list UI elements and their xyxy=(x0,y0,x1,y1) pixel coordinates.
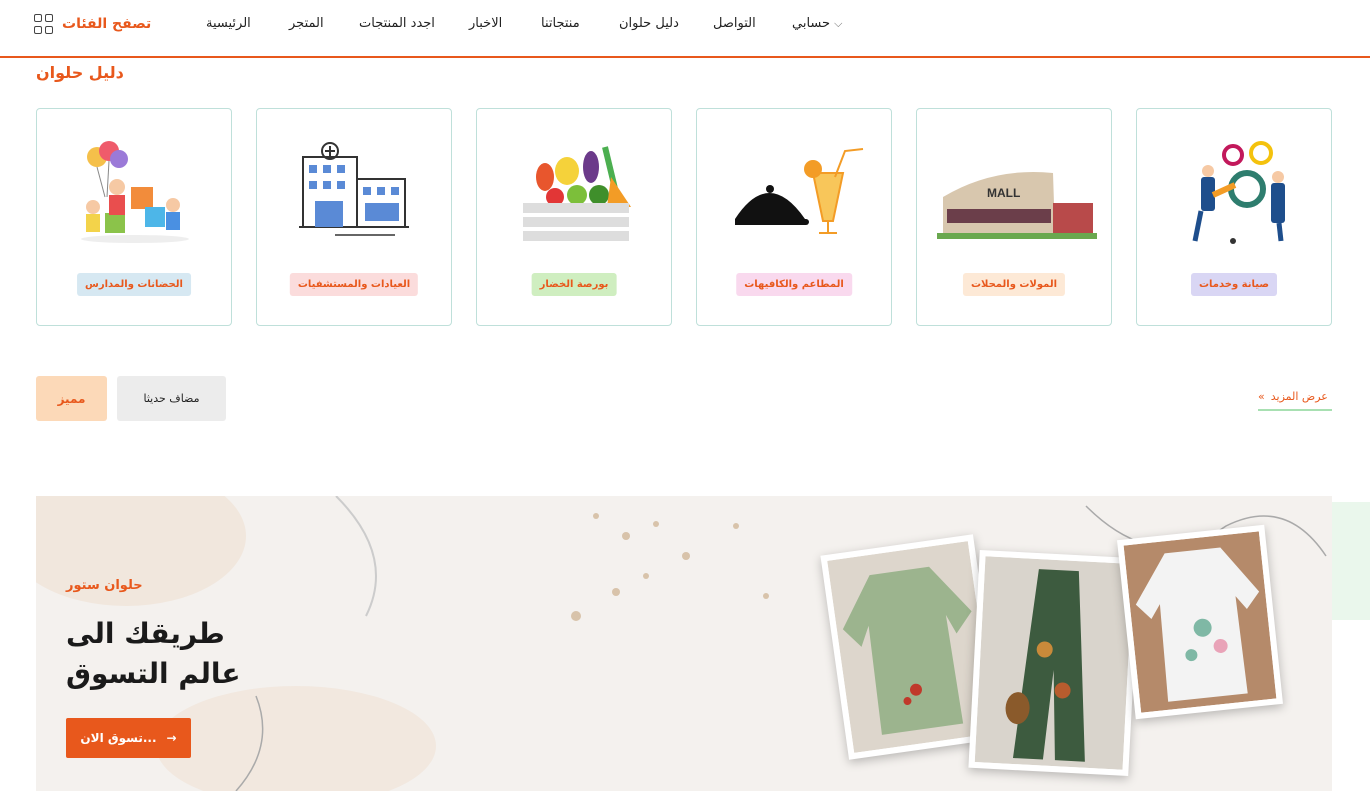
category-card-malls-shops[interactable]: MALL المولات والمحلات xyxy=(916,108,1112,326)
shop-now-button[interactable]: تسوق الان... → xyxy=(66,718,191,758)
promo-banner: حلوان ستور طريقك الى عالم التسوق تسوق ال… xyxy=(36,496,1332,791)
product-photo-white-floral-blouse[interactable] xyxy=(1116,524,1284,720)
restaurant-cloche-icon xyxy=(735,148,864,234)
banner-store-name: حلوان ستور xyxy=(66,578,143,593)
banner-headline-line2: عالم التسوق xyxy=(66,657,241,690)
banner-headline: طريقك الى عالم التسوق xyxy=(66,614,306,694)
mall-building-icon: MALL xyxy=(937,172,1097,239)
category-label: المولات والمحلات xyxy=(962,273,1066,296)
svg-text:MALL: MALL xyxy=(987,186,1020,200)
category-label: العيادات والمستشفيات xyxy=(289,273,419,296)
category-label: الحضانات والمدارس xyxy=(77,273,191,296)
kids-balloons-icon xyxy=(81,141,189,243)
category-label: بورصة الخضار xyxy=(531,273,617,296)
hospital-icon xyxy=(299,142,409,236)
browse-categories-label: تصفح الفئات xyxy=(62,16,152,32)
shop-now-label: تسوق الان... xyxy=(80,731,157,745)
category-label: صيانة وخدمات xyxy=(1191,273,1277,296)
nav-newest-products[interactable]: اجدد المنتجات xyxy=(359,16,435,31)
grid-icon xyxy=(34,14,54,34)
category-card-nurseries-schools[interactable]: الحضانات والمدارس xyxy=(36,108,232,326)
show-more-link[interactable]: « عرض المزيد xyxy=(1258,390,1332,411)
section-title: دليل حلوان xyxy=(36,63,124,82)
arrow-right-icon: → xyxy=(166,731,177,745)
chevron-down-icon: ⌵ xyxy=(834,17,843,30)
top-header: تصفح الفئات الرئيسية المتجر اجدد المنتجا… xyxy=(0,0,1370,58)
category-card-maintenance-services[interactable]: صيانة وخدمات xyxy=(1136,108,1332,326)
side-panel-edge xyxy=(1332,502,1370,620)
nav-news[interactable]: الاخبار xyxy=(469,16,502,31)
nav-contact[interactable]: التواصل xyxy=(713,16,756,31)
vegetable-crate-icon xyxy=(523,146,631,241)
patterned-jumpsuit-image xyxy=(974,556,1134,770)
category-label: المطاعم والكافيهات xyxy=(736,273,852,296)
category-card-vegetable-market[interactable]: بورصة الخضار xyxy=(476,108,672,326)
white-floral-blouse-image xyxy=(1123,531,1277,713)
show-more-label: عرض المزيد xyxy=(1270,390,1328,403)
featured-filter-button[interactable]: مميز xyxy=(36,376,107,421)
double-chevron-left-icon: « xyxy=(1258,390,1265,403)
product-photo-patterned-jumpsuit[interactable] xyxy=(968,549,1140,777)
recently-added-filter-button[interactable]: مضاف حديثا xyxy=(117,376,226,421)
nav-store[interactable]: المتجر xyxy=(289,16,324,31)
nav-account-dropdown[interactable]: حسابي ⌵ xyxy=(792,16,842,31)
category-card-clinics-hospitals[interactable]: العيادات والمستشفيات xyxy=(256,108,452,326)
browse-categories-button[interactable]: تصفح الفئات xyxy=(34,14,151,34)
nav-our-products[interactable]: منتجاتنا xyxy=(541,16,580,31)
banner-headline-line1: طريقك الى xyxy=(66,617,225,650)
nav-account-label: حسابي xyxy=(792,16,831,31)
green-blouse-image xyxy=(827,541,995,753)
nav-helwan-guide[interactable]: دليل حلوان xyxy=(619,16,679,31)
maintenance-gears-icon xyxy=(1192,141,1285,244)
nav-home[interactable]: الرئيسية xyxy=(206,16,251,31)
category-card-restaurants-cafes[interactable]: المطاعم والكافيهات xyxy=(696,108,892,326)
